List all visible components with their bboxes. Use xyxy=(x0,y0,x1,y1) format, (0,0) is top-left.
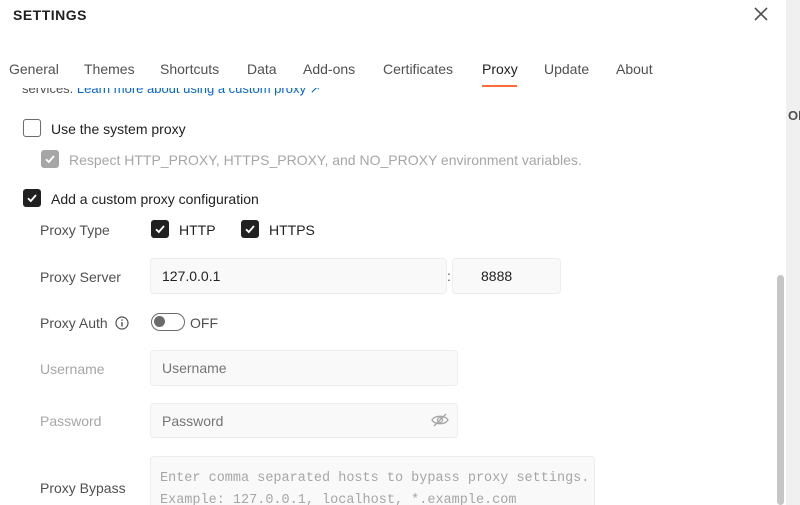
respect-env-checkbox xyxy=(41,150,59,168)
checkmark-icon xyxy=(155,225,165,234)
https-label: HTTPS xyxy=(269,222,315,238)
proxy-bypass-textarea[interactable]: Enter comma separated hosts to bypass pr… xyxy=(150,456,595,505)
tab-proxy[interactable]: Proxy xyxy=(482,61,518,77)
tab-themes[interactable]: Themes xyxy=(84,61,135,77)
bypass-placeholder-line1: Enter comma separated hosts to bypass pr… xyxy=(160,471,590,486)
toggle-knob xyxy=(154,316,165,327)
proxy-server-label: Proxy Server xyxy=(40,269,121,285)
tab-update[interactable]: Update xyxy=(544,61,589,77)
tab-about[interactable]: About xyxy=(616,61,653,77)
system-proxy-label: Use the system proxy xyxy=(51,121,186,137)
scrollbar-thumb[interactable] xyxy=(777,275,784,505)
active-tab-indicator xyxy=(482,85,517,87)
tab-shortcuts[interactable]: Shortcuts xyxy=(160,61,219,77)
modal-title: SETTINGS xyxy=(13,7,88,23)
https-checkbox[interactable] xyxy=(241,220,259,238)
custom-proxy-label: Add a custom proxy configuration xyxy=(51,191,259,207)
modal-header: SETTINGS xyxy=(0,0,786,40)
checkmark-icon xyxy=(45,155,55,164)
background-partial-text: OE xyxy=(788,108,800,123)
system-proxy-checkbox[interactable] xyxy=(23,119,41,137)
tab-add-ons[interactable]: Add-ons xyxy=(303,61,355,77)
proxy-auth-label: Proxy Auth xyxy=(40,315,129,331)
proxy-server-input[interactable]: 127.0.0.1 xyxy=(150,258,447,294)
info-icon[interactable] xyxy=(114,316,129,330)
password-label: Password xyxy=(40,413,102,429)
proxy-auth-toggle[interactable] xyxy=(151,313,185,331)
proxy-auth-state: OFF xyxy=(190,315,218,331)
close-icon[interactable] xyxy=(752,5,770,23)
respect-env-label: Respect HTTP_PROXY, HTTPS_PROXY, and NO_… xyxy=(69,152,582,168)
proxy-port-input[interactable]: 8888 xyxy=(452,258,561,294)
intro-prefix: services. xyxy=(22,88,77,96)
settings-modal: SETTINGS General Themes Shortcuts Data A… xyxy=(0,0,786,505)
intro-text: services. Learn more about using a custo… xyxy=(22,88,320,97)
proxy-settings-panel: services. Learn more about using a custo… xyxy=(0,88,776,505)
tab-general[interactable]: General xyxy=(9,61,59,77)
tab-certificates[interactable]: Certificates xyxy=(383,61,453,77)
bypass-placeholder-line2: Example: 127.0.0.1, localhost, *.example… xyxy=(160,493,517,505)
checkmark-icon xyxy=(27,194,37,203)
learn-more-link[interactable]: Learn more about using a custom proxy ↗ xyxy=(77,88,321,96)
http-label: HTTP xyxy=(179,222,216,238)
port-separator: : xyxy=(447,268,451,284)
tab-data[interactable]: Data xyxy=(247,61,277,77)
proxy-bypass-label: Proxy Bypass xyxy=(40,480,126,496)
http-checkbox[interactable] xyxy=(151,220,169,238)
password-input[interactable] xyxy=(150,403,458,438)
username-label: Username xyxy=(40,361,105,377)
settings-tabs: General Themes Shortcuts Data Add-ons Ce… xyxy=(0,52,786,88)
checkmark-icon xyxy=(245,225,255,234)
custom-proxy-checkbox[interactable] xyxy=(23,189,41,207)
proxy-type-label: Proxy Type xyxy=(40,222,110,238)
username-input[interactable] xyxy=(150,350,458,386)
eye-off-icon[interactable] xyxy=(430,412,450,428)
proxy-auth-text: Proxy Auth xyxy=(40,315,108,331)
